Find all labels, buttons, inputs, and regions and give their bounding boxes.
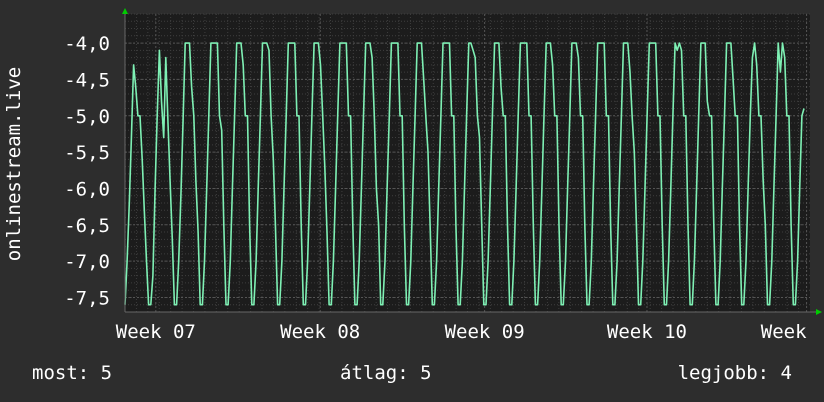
x-tick-label: Week 08 (280, 321, 360, 343)
y-tick-label: -6,5 (64, 215, 110, 237)
y-tick-label: -7,0 (64, 251, 110, 273)
x-axis-arrow-icon (816, 309, 822, 315)
y-tick-label: -5,5 (64, 142, 110, 164)
y-tick-label: -7,5 (64, 287, 110, 309)
y-axis-label: onlinestream.live (3, 67, 25, 261)
current-value: most: 5 (32, 362, 113, 384)
plot-background (125, 14, 810, 312)
y-tick-label: -5,0 (64, 106, 110, 128)
x-tick-label: Week (761, 321, 807, 343)
chart: -4,0 -4,5 -5,0 -5,5 -6,0 -6,5 -7,0 -7,5 Week 07… (3, 8, 822, 343)
y-tick-label: -4,5 (64, 69, 110, 91)
y-tick-labels: -4,0 -4,5 -5,0 -5,5 -6,0 -6,5 -7,0 -7,5 (64, 33, 110, 309)
average-value: átlag: 5 (340, 362, 432, 384)
y-tick-label: -6,0 (64, 178, 110, 200)
x-tick-label: Week 07 (116, 321, 196, 343)
x-tick-labels: Week 07 Week 08 Week 09 Week 10 Week (116, 321, 807, 343)
best-value: legjobb: 4 (677, 362, 792, 384)
x-tick-label: Week 09 (445, 321, 525, 343)
y-axis-arrow-icon (122, 8, 128, 14)
x-tick-label: Week 10 (607, 321, 687, 343)
y-tick-label: -4,0 (64, 33, 110, 55)
